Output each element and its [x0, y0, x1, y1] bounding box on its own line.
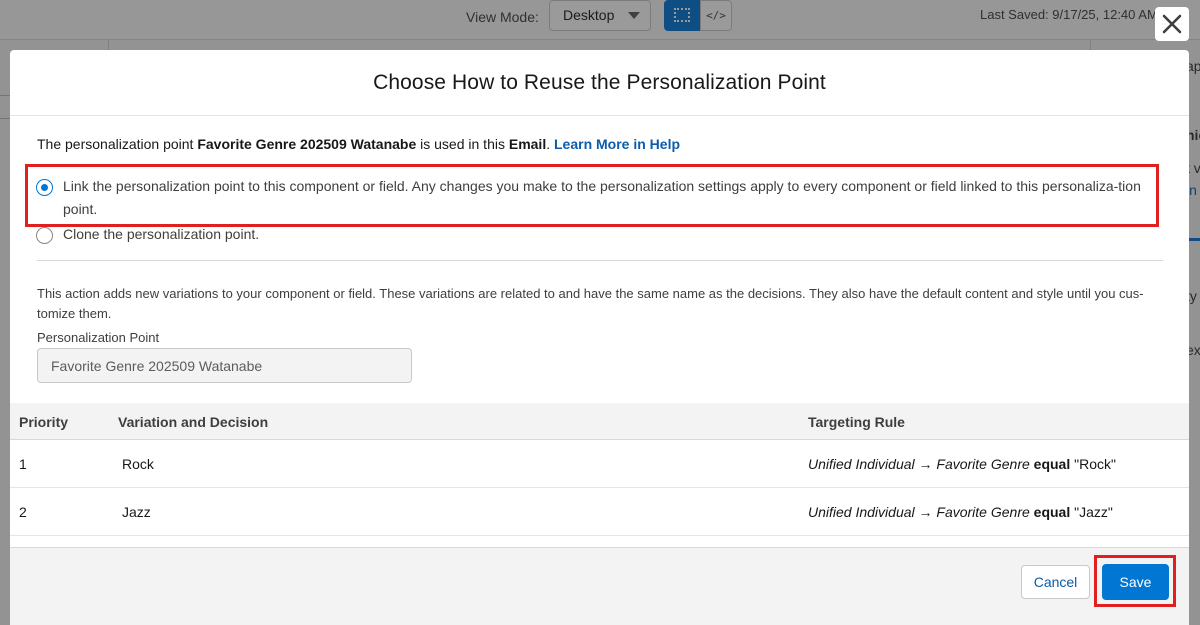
link-option-label: Link the personalization point to this c…	[63, 178, 1141, 217]
row-priority: 1	[19, 456, 27, 472]
row-priority: 2	[19, 504, 27, 520]
section-divider	[37, 260, 1163, 261]
modal-footer	[10, 547, 1189, 625]
cancel-button[interactable]: Cancel	[1021, 565, 1090, 599]
save-button[interactable]: Save	[1102, 564, 1169, 600]
table-row: 1 Rock Unified Individual → Favorite Gen…	[10, 440, 1189, 488]
modal-header: Choose How to Reuse the Personalization …	[10, 50, 1189, 116]
rule-path: Unified Individual → Favorite Genre	[808, 456, 1030, 472]
clone-option-radio[interactable]	[36, 227, 53, 244]
rule-operator: equal	[1033, 456, 1071, 472]
clone-option[interactable]: Clone the personalization point.	[36, 226, 259, 246]
row-variation: Rock	[122, 456, 154, 472]
column-header-variation: Variation and Decision	[118, 414, 269, 430]
rule-path: Unified Individual → Favorite Genre	[808, 504, 1030, 520]
table-header: Priority Variation and Decision Targetin…	[10, 403, 1189, 440]
close-icon	[1162, 14, 1182, 34]
column-header-priority: Priority	[19, 414, 69, 430]
personalization-point-field[interactable]	[37, 348, 412, 383]
row-targeting-rule: Unified Individual → Favorite Genre equa…	[808, 504, 1113, 520]
intro-prefix: The personalization point	[37, 136, 198, 152]
table-row: 2 Jazz Unified Individual → Favorite Gen…	[10, 488, 1189, 536]
variations-table: Priority Variation and Decision Targetin…	[10, 403, 1189, 536]
intro-content-type: Email	[508, 136, 547, 152]
intro-text: The personalization point Favorite Genre…	[37, 136, 680, 152]
close-button[interactable]	[1155, 7, 1189, 41]
clone-option-label: Clone the personalization point.	[63, 226, 260, 242]
reuse-personalization-modal: Choose How to Reuse the Personalization …	[10, 50, 1189, 612]
personalization-point-label: Personalization Point	[37, 330, 160, 345]
intro-middle: is used in this	[416, 136, 509, 152]
link-option[interactable]: Link the personalization point to this c…	[36, 178, 1146, 221]
learn-more-link[interactable]: Learn More in Help	[554, 136, 680, 152]
action-description: This action adds new variations to your …	[37, 286, 1144, 321]
row-targeting-rule: Unified Individual → Favorite Genre equa…	[808, 456, 1116, 472]
intro-point-name: Favorite Genre 202509 Watanabe	[197, 136, 417, 152]
rule-value: "Rock"	[1074, 456, 1116, 472]
rule-operator: equal	[1033, 504, 1071, 520]
row-variation: Jazz	[122, 504, 151, 520]
column-header-targeting-rule: Targeting Rule	[808, 414, 905, 430]
modal-title: Choose How to Reuse the Personalization …	[373, 70, 826, 94]
rule-value: "Jazz"	[1074, 504, 1113, 520]
intro-suffix: .	[546, 136, 554, 152]
link-option-radio[interactable]	[36, 179, 53, 196]
